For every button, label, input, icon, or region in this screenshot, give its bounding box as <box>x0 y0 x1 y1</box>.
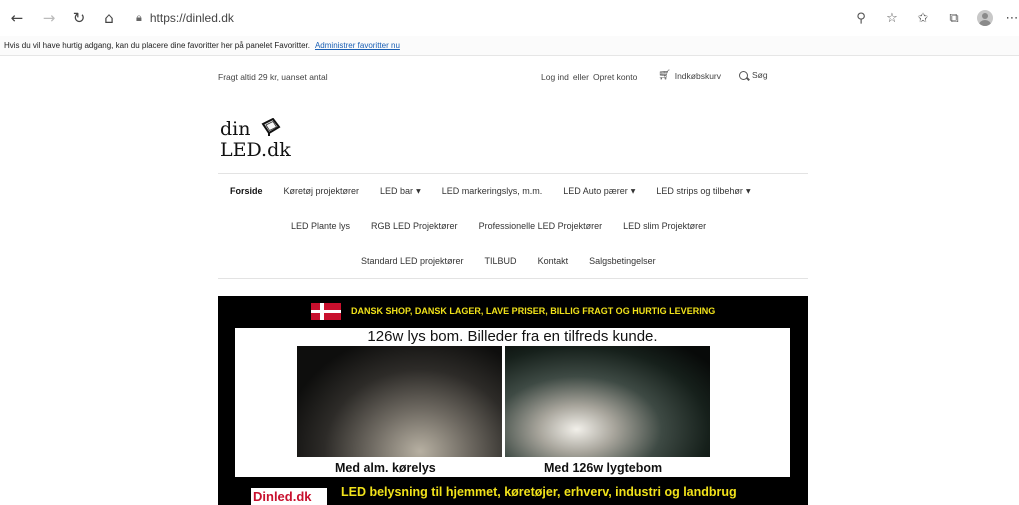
collections-icon[interactable]: ⧉ <box>943 7 965 29</box>
site-logo[interactable]: din LED.dk <box>220 118 291 161</box>
cart-link[interactable]: 🛒︎ Indkøbskurv <box>658 70 721 81</box>
or-text: eller <box>572 72 589 82</box>
cart-icon: 🛒︎ <box>658 70 671 81</box>
menu-item-standard-led-projektorer[interactable]: Standard LED projektører <box>361 256 464 266</box>
logo-line2: LED.dk <box>220 139 291 161</box>
menu-item-rgb-led-projektorer[interactable]: RGB LED Projektører <box>371 221 458 231</box>
menu-item-professionelle-led-projektorer[interactable]: Professionelle LED Projektører <box>479 221 603 231</box>
banner-top: DANSK SHOP, DANSK LAGER, LAVE PRISER, BI… <box>218 296 808 326</box>
menu-item-tilbud[interactable]: TILBUD <box>485 256 517 266</box>
shipping-notice: Fragt altid 29 kr, uanset antal <box>218 72 328 82</box>
search-link[interactable]: Søg <box>739 70 768 80</box>
header-top: Fragt altid 29 kr, uanset antal Log ind … <box>218 70 778 84</box>
menu-item-led-auto-paerer[interactable]: LED Auto pærer ▼ <box>563 186 635 196</box>
dinled-logo: Dinled.dk <box>251 488 327 505</box>
cart-label: Indkøbskurv <box>674 70 721 81</box>
back-icon[interactable]: ← <box>8 9 26 27</box>
caption-left: Med alm. kørelys <box>335 461 436 475</box>
browser-toolbar: ← → ↻ ⌂ 🔒︎ https://dinled.dk ⚲ ☆ ✩ ⧉ ⋯ <box>0 0 1019 36</box>
zoom-icon[interactable]: ⚲ <box>850 7 872 29</box>
chevron-down-icon: ▼ <box>416 188 421 195</box>
caption-right: Med 126w lygtebom <box>544 461 663 475</box>
nav-divider-top <box>218 173 808 174</box>
banner-bottom: Dinled.dk LED belysning til hjemmet, kør… <box>218 479 808 505</box>
search-icon <box>739 70 748 80</box>
main-menu-row-3: Standard LED projektører TILBUD Kontakt … <box>361 256 656 266</box>
banner-panel: 126w lys bom. Billeder fra en tilfreds k… <box>235 328 790 477</box>
menu-item-led-slim-projektorer[interactable]: LED slim Projektører <box>623 221 706 231</box>
more-icon[interactable]: ⋯ <box>1005 7 1019 29</box>
banner-tagline: DANSK SHOP, DANSK LAGER, LAVE PRISER, BI… <box>351 306 716 316</box>
chevron-down-icon: ▼ <box>630 188 636 195</box>
account-links: Log ind eller Opret konto <box>541 72 637 82</box>
banner-slogan: LED belysning til hjemmet, køretøjer, er… <box>341 485 737 499</box>
refresh-icon[interactable]: ↻ <box>70 9 88 27</box>
add-favorite-icon[interactable]: ☆ <box>881 7 903 29</box>
menu-item-salgsbetingelser[interactable]: Salgsbetingelser <box>589 256 656 266</box>
url-text: https://dinled.dk <box>149 11 234 25</box>
lock-icon: 🔒︎ <box>136 11 142 24</box>
search-label: Søg <box>752 70 768 80</box>
photo-standard-lights <box>297 346 502 457</box>
banner-title: 126w lys bom. Billeder fra en tilfreds k… <box>367 328 658 345</box>
favorites-message: Hvis du vil have hurtig adgang, kan du p… <box>4 41 310 50</box>
photo-led-lightbar <box>505 346 710 457</box>
menu-item-forside[interactable]: Forside <box>230 186 263 196</box>
main-menu-row-1: Forside Køretøj projektører LED bar ▼ LED… <box>230 186 751 196</box>
menu-item-led-plante-lys[interactable]: LED Plante lys <box>291 221 350 231</box>
register-link[interactable]: Opret konto <box>593 72 637 82</box>
login-link[interactable]: Log ind <box>541 72 569 82</box>
address-bar[interactable]: 🔒︎ https://dinled.dk <box>136 9 234 27</box>
logo-line1: din <box>220 118 251 140</box>
forward-icon[interactable]: → <box>40 9 58 27</box>
favorites-icon[interactable]: ✩ <box>912 7 934 29</box>
hero-banner[interactable]: DANSK SHOP, DANSK LAGER, LAVE PRISER, BI… <box>218 296 808 505</box>
menu-item-led-strips[interactable]: LED strips og tilbehør ▼ <box>656 186 750 196</box>
menu-item-kontakt[interactable]: Kontakt <box>538 256 569 266</box>
danish-flag-icon <box>311 303 341 320</box>
menu-item-led-markeringslys[interactable]: LED markeringslys, m.m. <box>442 186 543 196</box>
menu-item-led-bar[interactable]: LED bar ▼ <box>380 186 421 196</box>
favorites-bar: Hvis du vil have hurtig adgang, kan du p… <box>0 36 1019 56</box>
nav-divider-bottom <box>218 278 808 279</box>
home-icon[interactable]: ⌂ <box>100 9 118 27</box>
manage-favorites-link[interactable]: Administrer favoritter nu <box>315 41 400 50</box>
chevron-down-icon: ▼ <box>745 188 751 195</box>
menu-item-koretoj-projektorer[interactable]: Køretøj projektører <box>284 186 360 196</box>
led-lamp-icon <box>261 118 280 136</box>
browser-actions: ⚲ ☆ ✩ ⧉ ⋯ <box>850 7 1019 29</box>
main-menu-row-2: LED Plante lys RGB LED Projektører Profe… <box>291 221 706 231</box>
profile-icon[interactable] <box>974 7 996 29</box>
